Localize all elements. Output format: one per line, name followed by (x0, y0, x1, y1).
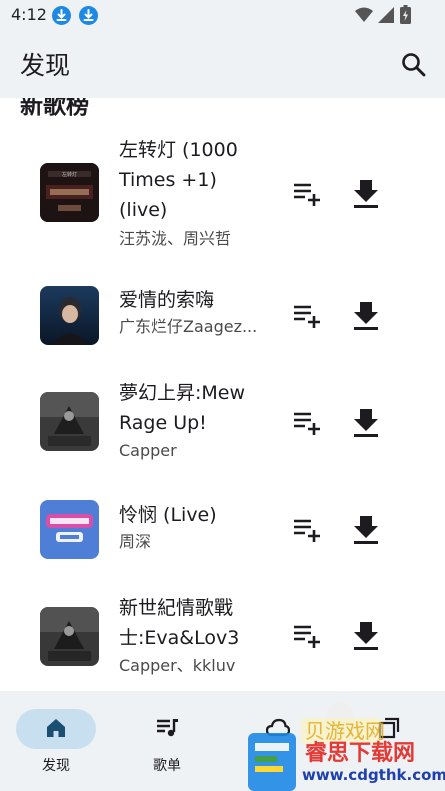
playlist-add-icon (294, 412, 320, 435)
album-cover (40, 500, 99, 559)
song-title: 夢幻上昇:Mew Rage Up! (119, 382, 246, 434)
status-time: 4:12 (11, 5, 47, 24)
nav-item-discover[interactable]: 发现 (16, 707, 96, 777)
download-button[interactable] (348, 511, 384, 547)
wifi-icon (355, 7, 373, 22)
add-to-queue-button[interactable] (289, 617, 325, 653)
signal-icon (378, 7, 394, 23)
add-to-queue-button[interactable] (289, 297, 325, 333)
nav-label: 歌单 (153, 758, 181, 774)
list-item[interactable]: 左转灯 左转灯 (1000 Times +1) (live) 汪苏泷、周兴哲 (0, 135, 445, 255)
list-item[interactable]: 怜悯 (Live) 周深 (0, 498, 445, 578)
download-icon (354, 409, 378, 437)
watermark-url: www.cdgthk.com (302, 766, 445, 784)
add-to-queue-button[interactable] (289, 404, 325, 440)
download-button[interactable] (348, 404, 384, 440)
song-title: 新世紀情歌戰士:Eva&Lov3 (119, 597, 240, 649)
list-item[interactable]: 新世紀情歌戰士:Eva&Lov3 Capper、kkluv (0, 593, 445, 688)
song-artist: 周深 (119, 532, 152, 551)
album-cover (40, 286, 99, 345)
add-to-queue-button[interactable] (289, 511, 325, 547)
playlist-add-icon (294, 305, 320, 328)
download-button[interactable] (348, 617, 384, 653)
download-icon (354, 516, 378, 544)
home-icon (47, 719, 65, 737)
song-title: 左转灯 (1000 Times +1) (live) (119, 139, 238, 221)
download-icon (354, 622, 378, 650)
list-item[interactable]: 爱情的索嗨 广东烂仔Zaagez... (0, 280, 445, 360)
nav-item-playlists[interactable]: 歌单 (127, 707, 207, 777)
song-artist: Capper (119, 441, 177, 460)
download-notification-icon (52, 6, 71, 25)
song-title: 爱情的索嗨 (119, 289, 215, 311)
playlist-add-icon (294, 183, 320, 206)
playlist-add-icon (294, 519, 320, 542)
app-bar: 发现 (0, 30, 445, 98)
song-list[interactable]: 新歌榜 左转灯 左转灯 (1000 Times +1) (live) 汪苏泷、周… (0, 98, 445, 691)
album-cover (40, 392, 99, 451)
album-cover: 左转灯 (40, 163, 99, 222)
album-cover (40, 607, 99, 666)
song-artist: 汪苏泷、周兴哲 (119, 229, 232, 248)
song-title: 怜悯 (Live) (119, 504, 217, 526)
download-button[interactable] (348, 175, 384, 211)
watermark-title: 睿思下载网 (305, 740, 415, 766)
search-button[interactable] (399, 50, 429, 80)
playlist-icon (157, 719, 178, 737)
playlist-add-icon (294, 625, 320, 648)
site-watermark: 贝游戏网 睿思下载网 www.cdgthk.com (245, 698, 445, 791)
watermark-tag: 贝游戏网 (305, 719, 385, 743)
download-icon (354, 180, 378, 208)
battery-icon (400, 5, 411, 24)
section-heading: 新歌榜 (20, 98, 89, 119)
search-icon (402, 53, 426, 77)
download-button[interactable] (348, 297, 384, 333)
add-to-queue-button[interactable] (289, 175, 325, 211)
svg-text:左转灯: 左转灯 (62, 171, 77, 178)
download-icon (354, 302, 378, 330)
song-artist: Capper、kkluv (119, 656, 236, 675)
download-notification-icon (79, 6, 98, 25)
page-title: 发现 (20, 51, 71, 80)
song-artist: 广东烂仔Zaagez... (119, 317, 258, 336)
nav-label: 发现 (42, 758, 70, 774)
list-item[interactable]: 夢幻上昇:Mew Rage Up! Capper (0, 378, 445, 468)
status-bar: 4:12 (0, 0, 445, 30)
